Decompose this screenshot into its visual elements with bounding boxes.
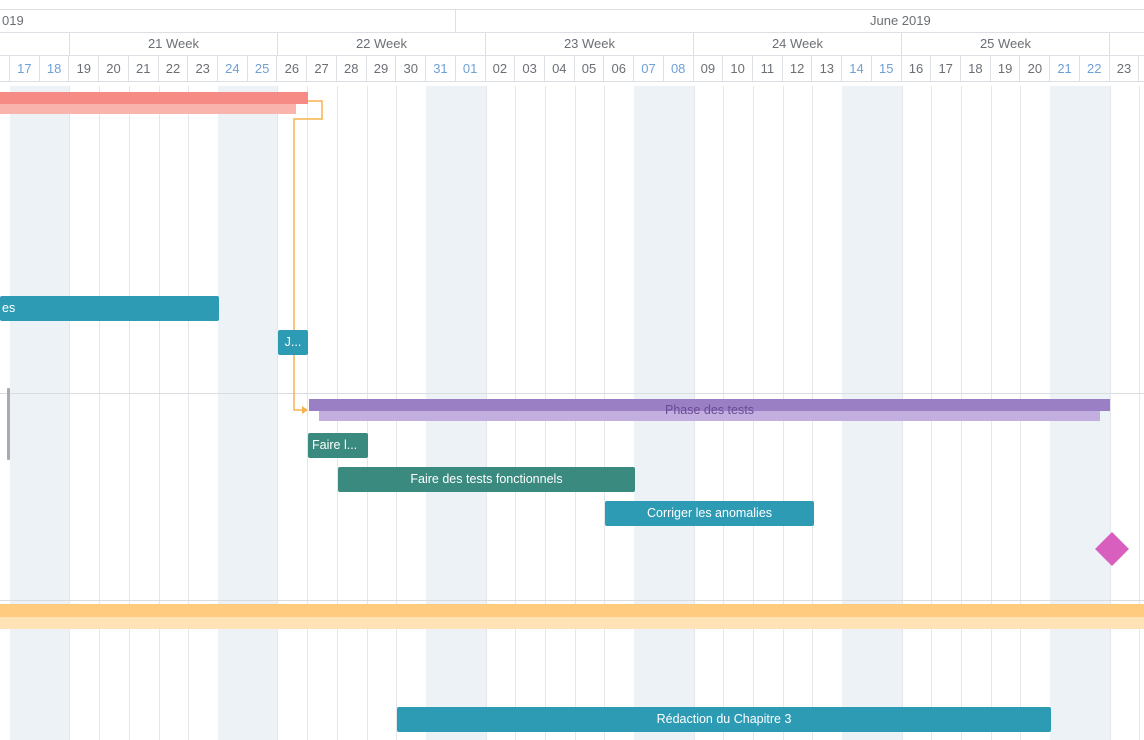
day-cell: 19	[69, 56, 100, 81]
month-cell-may: 019	[0, 10, 456, 32]
day-cell: 25	[248, 56, 278, 81]
day-cell: 15	[872, 56, 902, 81]
weekend-column	[218, 86, 248, 740]
day-cell: 08	[664, 56, 694, 81]
day-cell: 31	[426, 56, 456, 81]
day-cell: 29	[367, 56, 397, 81]
week-cell-25: 25 Week	[902, 33, 1110, 55]
day-cell: 28	[337, 56, 367, 81]
summary-bar-bottom	[0, 617, 1144, 629]
week-label: 23 Week	[563, 36, 616, 51]
day-cell: 16	[902, 56, 932, 81]
month-scale: 019 June 2019	[0, 9, 1144, 33]
week-cell-22: 22 Week	[278, 33, 486, 55]
task-label: Faire l...	[312, 438, 358, 452]
week-label: 24 Week	[771, 36, 824, 51]
task-bar-redaction-du-chapitre-3[interactable]: Rédaction du Chapitre 3	[397, 707, 1051, 732]
day-cell: 24	[218, 56, 248, 81]
task-label: Rédaction du Chapitre 3	[656, 712, 792, 726]
task-bar-corriger-les-anomalies[interactable]: Corriger les anomalies	[605, 501, 814, 526]
day-cell: 12	[783, 56, 813, 81]
day-cell: 21	[129, 56, 159, 81]
day-cell: 02	[486, 56, 516, 81]
day-cell: 06	[604, 56, 635, 81]
day-cell: 23	[1110, 56, 1140, 81]
weekend-column	[10, 86, 40, 740]
day-cell	[0, 56, 10, 81]
day-cell: 30	[396, 56, 427, 81]
task-label: Faire des tests fonctionnels	[410, 472, 563, 486]
grid-line	[128, 86, 130, 740]
summary-bar-label: Phase des tests	[665, 403, 754, 417]
week-cell-23: 23 Week	[486, 33, 694, 55]
day-cell: 21	[1050, 56, 1080, 81]
day-cell: 23	[188, 56, 219, 81]
row-divider	[0, 600, 1144, 601]
row-divider	[0, 393, 1144, 394]
day-cell: 05	[575, 56, 605, 81]
grid-line	[1139, 86, 1141, 740]
gantt-chart: 019 June 2019 21 Week 22 Week 23 Week 24…	[0, 0, 1144, 740]
summary-bar-bottom	[0, 104, 296, 114]
week-scale: 21 Week 22 Week 23 Week 24 Week 25 Week	[0, 33, 1144, 56]
weekend-column	[247, 86, 278, 740]
week-cell-20	[0, 33, 70, 55]
month-cell-june: June 2019	[456, 10, 1144, 32]
day-cell: 11	[753, 56, 783, 81]
month-label-june: June 2019	[870, 13, 931, 28]
weekend-column	[39, 86, 70, 740]
summary-bar-red[interactable]	[0, 92, 308, 114]
grid-line	[158, 86, 160, 740]
grid-line	[277, 86, 279, 740]
grid-line	[188, 86, 190, 740]
day-cell: 01	[456, 56, 486, 81]
day-cell: 03	[515, 56, 545, 81]
week-cell-26	[1110, 33, 1144, 55]
grid-line	[69, 86, 71, 740]
day-cell: 04	[545, 56, 575, 81]
week-label: 22 Week	[355, 36, 408, 51]
day-cell: 07	[634, 56, 664, 81]
day-cell: 27	[307, 56, 337, 81]
week-cell-24: 24 Week	[694, 33, 902, 55]
day-cell: 14	[842, 56, 872, 81]
task-label: es	[2, 301, 16, 315]
day-cell: 17	[931, 56, 962, 81]
summary-bar-orange[interactable]	[0, 604, 1144, 629]
day-cell: 18	[961, 56, 991, 81]
day-cell: 26	[277, 56, 308, 81]
day-cell: 13	[812, 56, 843, 81]
week-label: 25 Week	[979, 36, 1032, 51]
vertical-scroll-handle[interactable]	[7, 388, 10, 460]
day-cell: 09	[694, 56, 724, 81]
task-bar-faire-l[interactable]: Faire l...	[308, 433, 368, 458]
week-cell-21: 21 Week	[70, 33, 278, 55]
day-cell: 17	[10, 56, 40, 81]
summary-bar-top	[0, 604, 1144, 617]
task-label: J...	[284, 335, 302, 349]
day-cell: 22	[1080, 56, 1110, 81]
grid-line	[99, 86, 101, 740]
task-bar-j[interactable]: J...	[278, 330, 308, 355]
day-scale: 17 18 19 20 21 22 23 24 25 26 27 28 29 30 31 01 02 03 04 05…	[0, 56, 1144, 82]
day-cell: 20	[1020, 56, 1051, 81]
task-label: Corriger les anomalies	[646, 506, 773, 520]
week-label: 21 Week	[147, 36, 200, 51]
day-cell: 10	[723, 56, 753, 81]
day-cell: 19	[991, 56, 1021, 81]
day-cell: 20	[99, 56, 129, 81]
task-bar-faire-des-tests-fonctionnels[interactable]: Faire des tests fonctionnels	[338, 467, 635, 492]
summary-bar-phase-des-tests[interactable]: Phase des tests	[309, 399, 1110, 422]
month-label-may: 019	[2, 13, 24, 28]
task-bar-es[interactable]: es	[0, 296, 219, 321]
day-cell: 18	[40, 56, 70, 81]
summary-bar-top	[0, 92, 308, 104]
day-cell: 22	[159, 56, 189, 81]
